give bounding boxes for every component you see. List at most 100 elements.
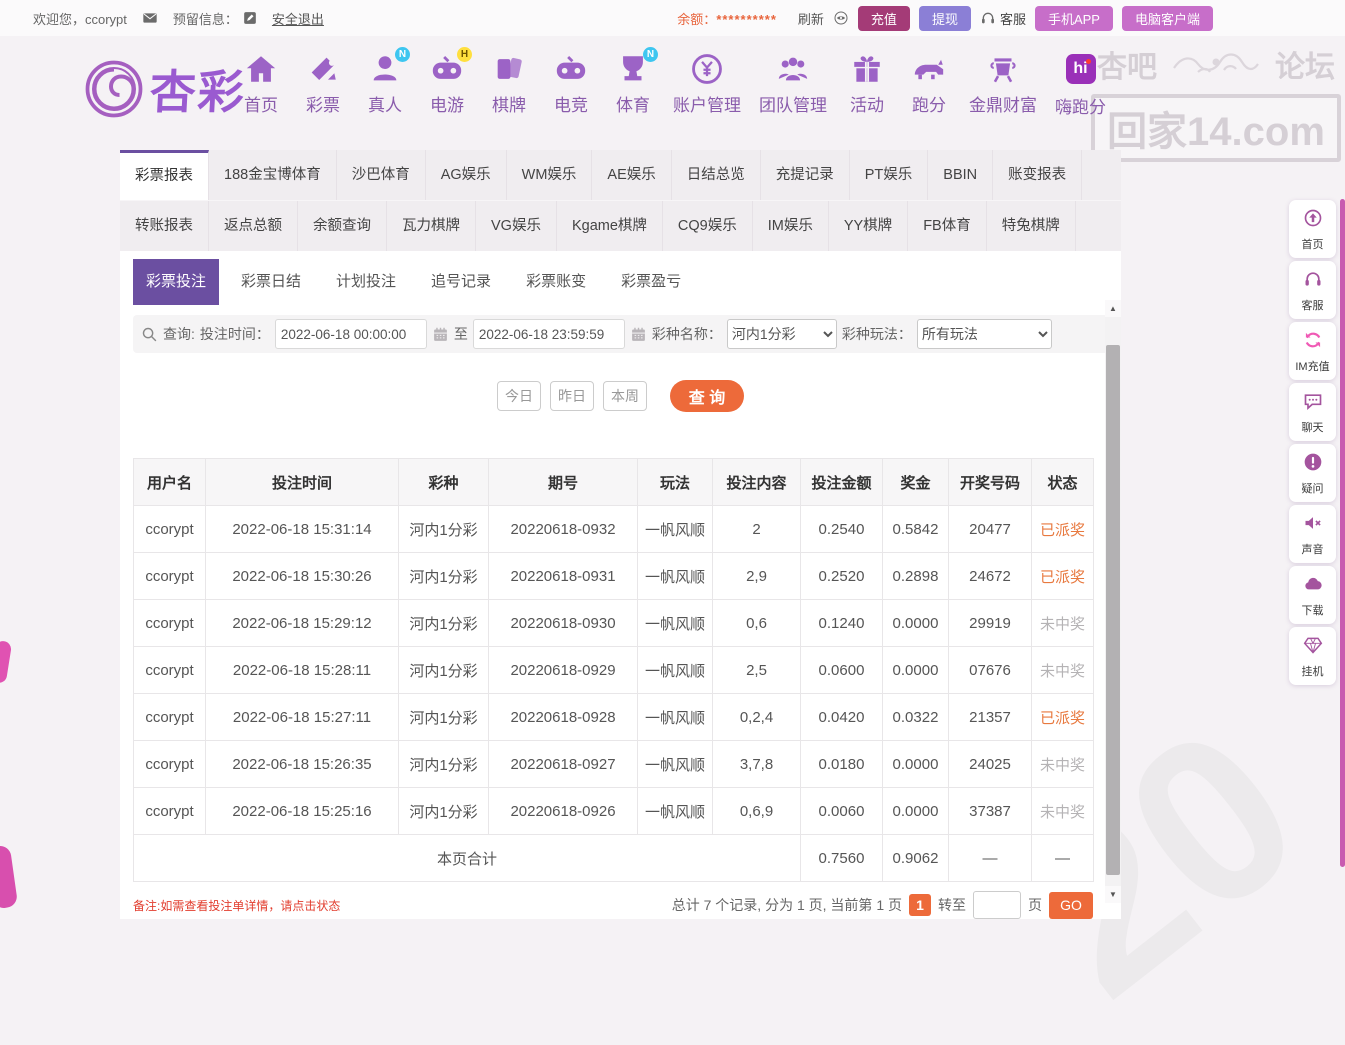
- tab-r1-2[interactable]: 188金宝博体育: [209, 150, 337, 200]
- calendar-icon[interactable]: [630, 326, 647, 343]
- mobile-app-button[interactable]: 手机APP: [1035, 6, 1113, 31]
- status-cell[interactable]: 未中奖: [1032, 647, 1094, 694]
- status-cell[interactable]: 未中奖: [1032, 741, 1094, 788]
- quick-btn-3[interactable]: 本周: [603, 381, 647, 411]
- subtab-3[interactable]: 计划投注: [323, 259, 409, 305]
- tab-r1-7[interactable]: 日结总览: [672, 150, 761, 200]
- sidebar-item-5[interactable]: 疑问: [1289, 444, 1336, 502]
- withdraw-button[interactable]: 提现: [919, 6, 971, 31]
- nav-item-13[interactable]: hi嗨跑分: [1055, 52, 1106, 118]
- tab-r1-5[interactable]: WM娱乐: [507, 150, 593, 200]
- nav-item-3[interactable]: N真人: [363, 52, 407, 116]
- cards-icon: [492, 52, 526, 86]
- nav-item-11[interactable]: 跑分: [907, 52, 951, 116]
- nav-item-6[interactable]: 电竞: [549, 52, 593, 116]
- nav-item-8[interactable]: 账户管理: [673, 52, 741, 116]
- nav-item-9[interactable]: 团队管理: [759, 52, 827, 116]
- cell-col-8: 0.0000: [883, 741, 949, 788]
- envelope-icon[interactable]: [142, 10, 158, 26]
- float-menu: 首页客服IM充值聊天疑问声音下载挂机: [1289, 200, 1336, 685]
- table-row: ccorypt2022-06-18 15:26:35河内1分彩20220618-…: [134, 741, 1094, 788]
- subtab-5[interactable]: 彩票账变: [513, 259, 599, 305]
- nav-item-10[interactable]: 活动: [845, 52, 889, 116]
- tab-r2-9[interactable]: YY棋牌: [829, 201, 908, 251]
- service-link[interactable]: 客服: [980, 9, 1026, 28]
- nav-item-1[interactable]: 首页: [239, 52, 283, 116]
- subtab-2[interactable]: 彩票日结: [228, 259, 314, 305]
- cell-col-3: 河内1分彩: [399, 647, 489, 694]
- tab-r2-8[interactable]: IM娱乐: [753, 201, 829, 251]
- refresh-link[interactable]: 刷新: [798, 9, 824, 28]
- col-header-6: 投注内容: [713, 459, 801, 506]
- tab-r1-4[interactable]: AG娱乐: [426, 150, 507, 200]
- status-cell[interactable]: 未中奖: [1032, 600, 1094, 647]
- tab-r2-11[interactable]: 特兔棋牌: [987, 201, 1076, 251]
- go-button[interactable]: GO: [1049, 892, 1093, 919]
- scroll-up-button[interactable]: ▲: [1105, 300, 1121, 317]
- cell-col-9: 24025: [949, 741, 1032, 788]
- lottery-select[interactable]: 河内1分彩: [727, 319, 837, 349]
- pc-client-button[interactable]: 电脑客户端: [1122, 6, 1213, 31]
- nav-item-4[interactable]: H电游: [425, 52, 469, 116]
- nav-item-7[interactable]: N体育: [611, 52, 655, 116]
- tab-r1-10[interactable]: BBIN: [928, 150, 993, 200]
- subtab-6[interactable]: 彩票盈亏: [608, 259, 694, 305]
- sidebar-item-2[interactable]: 客服: [1289, 261, 1336, 319]
- sidebar-item-8[interactable]: 挂机: [1289, 627, 1336, 685]
- scroll-down-button[interactable]: ▼: [1105, 886, 1121, 903]
- nav-label: 彩票: [301, 91, 345, 116]
- hi-app-icon: hi: [1066, 54, 1096, 84]
- eye-icon[interactable]: [833, 10, 849, 26]
- logout-link[interactable]: 安全退出: [272, 9, 324, 28]
- goto-page-input[interactable]: [973, 891, 1021, 919]
- brand-logo[interactable]: 杏彩: [84, 56, 246, 122]
- tab-r2-6[interactable]: Kgame棋牌: [557, 201, 663, 251]
- status-cell[interactable]: 已派奖: [1032, 506, 1094, 553]
- subtab-1[interactable]: 彩票投注: [133, 259, 219, 305]
- headset-icon: [1303, 269, 1323, 289]
- cell-col-2: 2022-06-18 15:26:35: [206, 741, 399, 788]
- deposit-button[interactable]: 充值: [858, 6, 910, 31]
- tab-r2-3[interactable]: 余额查询: [298, 201, 387, 251]
- nav-item-5[interactable]: 棋牌: [487, 52, 531, 116]
- tab-r2-4[interactable]: 瓦力棋牌: [387, 201, 476, 251]
- time-from-input[interactable]: [275, 319, 427, 349]
- cell-col-5: 一帆风顺: [638, 506, 713, 553]
- tab-r2-5[interactable]: VG娱乐: [476, 201, 557, 251]
- current-page-badge[interactable]: 1: [909, 894, 931, 916]
- cell-col-4: 20220618-0931: [489, 553, 638, 600]
- sidebar-item-3[interactable]: IM充值: [1289, 322, 1336, 380]
- cell-col-9: 29919: [949, 600, 1032, 647]
- tab-r1-8[interactable]: 充提记录: [761, 150, 850, 200]
- time-to-input[interactable]: [473, 319, 625, 349]
- tab-r1-9[interactable]: PT娱乐: [850, 150, 929, 200]
- subtab-4[interactable]: 追号记录: [418, 259, 504, 305]
- quick-btn-2[interactable]: 昨日: [550, 381, 594, 411]
- quick-btn-1[interactable]: 今日: [497, 381, 541, 411]
- tab-r1-3[interactable]: 沙巴体育: [337, 150, 426, 200]
- tab-r2-2[interactable]: 返点总额: [209, 201, 298, 251]
- tab-r2-10[interactable]: FB体育: [908, 201, 987, 251]
- play-select[interactable]: 所有玩法: [917, 319, 1052, 349]
- tab-r1-1[interactable]: 彩票报表: [120, 150, 209, 200]
- tab-r1-6[interactable]: AE娱乐: [592, 150, 671, 200]
- status-cell[interactable]: 已派奖: [1032, 553, 1094, 600]
- sidebar-item-6[interactable]: 声音: [1289, 505, 1336, 563]
- nav-item-12[interactable]: 金鼎财富: [969, 52, 1037, 116]
- search-button[interactable]: 查 询: [670, 380, 744, 412]
- status-cell[interactable]: 已派奖: [1032, 694, 1094, 741]
- content-scrollbar[interactable]: ▲ ▼: [1105, 300, 1121, 903]
- scrollbar-thumb[interactable]: [1106, 345, 1120, 875]
- sidebar-item-7[interactable]: 下载: [1289, 566, 1336, 624]
- edit-icon[interactable]: [243, 11, 257, 25]
- tab-r1-11[interactable]: 账变报表: [993, 150, 1082, 200]
- calendar-icon[interactable]: [432, 326, 449, 343]
- status-cell[interactable]: 未中奖: [1032, 788, 1094, 835]
- sidebar-label: 声音: [1289, 541, 1336, 557]
- nav-label: 金鼎财富: [969, 91, 1037, 116]
- tab-r2-7[interactable]: CQ9娱乐: [663, 201, 753, 251]
- nav-item-2[interactable]: 彩票: [301, 52, 345, 116]
- sidebar-item-4[interactable]: 聊天: [1289, 383, 1336, 441]
- tab-r2-1[interactable]: 转账报表: [120, 201, 209, 251]
- sidebar-item-1[interactable]: 首页: [1289, 200, 1336, 258]
